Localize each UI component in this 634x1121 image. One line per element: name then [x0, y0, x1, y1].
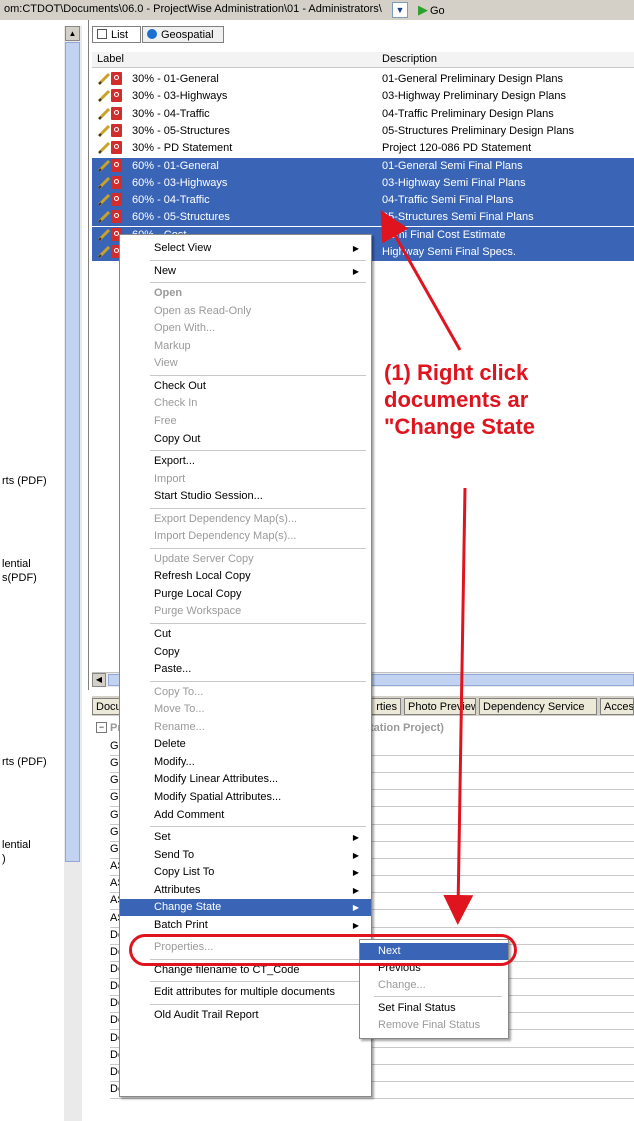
arrow-to-selection-icon	[380, 209, 462, 351]
arrow-to-change-state-icon	[443, 487, 474, 925]
annotation-arrows	[380, 209, 474, 925]
